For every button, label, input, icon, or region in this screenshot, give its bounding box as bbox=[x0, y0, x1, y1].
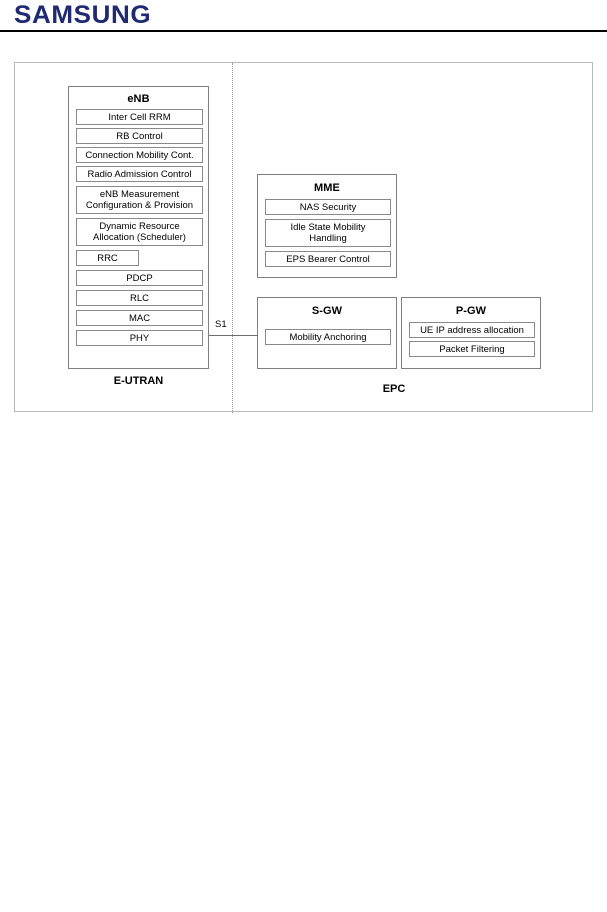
enb-function-phy: PHY bbox=[76, 330, 203, 346]
enb-function-inter-cell-rrm: Inter Cell RRM bbox=[76, 109, 203, 125]
s1-interface-line bbox=[209, 335, 258, 336]
eutran-epc-divider bbox=[232, 63, 233, 413]
enb-function-rb-control: RB Control bbox=[76, 128, 203, 144]
sgw-function-mobility-anchoring: Mobility Anchoring bbox=[265, 329, 391, 345]
mme-function-eps-bearer-control: EPS Bearer Control bbox=[265, 251, 391, 267]
enb-function-enb-measurement-configuration-provision: eNB Measurement Configuration & Provisio… bbox=[76, 186, 203, 214]
pgw-function-packet-filtering: Packet Filtering bbox=[409, 341, 535, 357]
enb-function-dynamic-resource-allocation-scheduler: Dynamic Resource Allocation (Scheduler) bbox=[76, 218, 203, 246]
node-title-mme: MME bbox=[314, 182, 340, 194]
region-label-eutran: E-UTRAN bbox=[113, 375, 164, 387]
node-title-sgw: S-GW bbox=[311, 305, 343, 317]
node-title-pgw: P-GW bbox=[455, 305, 487, 317]
node-box-mme: MME NAS Security Idle State Mobility Han… bbox=[257, 174, 397, 278]
node-box-enb: eNB Inter Cell RRM RB Control Connection… bbox=[68, 86, 209, 369]
samsung-logo: SAMSUNG bbox=[14, 1, 152, 29]
enb-function-pdcp: PDCP bbox=[76, 270, 203, 286]
pgw-function-ue-ip-address-allocation: UE IP address allocation bbox=[409, 322, 535, 338]
node-box-pgw: P-GW UE IP address allocation Packet Fil… bbox=[401, 297, 541, 369]
lte-architecture-diagram: eNB Inter Cell RRM RB Control Connection… bbox=[14, 62, 593, 413]
enb-function-rlc: RLC bbox=[76, 290, 203, 306]
enb-function-radio-admission-control: Radio Admission Control bbox=[76, 166, 203, 182]
page-header: SAMSUNG bbox=[0, 0, 607, 32]
s1-interface-label: S1 bbox=[215, 319, 227, 330]
enb-function-rrc: RRC bbox=[76, 250, 139, 266]
mme-function-nas-security: NAS Security bbox=[265, 199, 391, 215]
mme-function-idle-state-mobility-handling: Idle State Mobility Handling bbox=[265, 219, 391, 247]
enb-function-mac: MAC bbox=[76, 310, 203, 326]
region-label-epc: EPC bbox=[382, 383, 406, 395]
node-box-sgw: S-GW Mobility Anchoring bbox=[257, 297, 397, 369]
node-title-enb: eNB bbox=[127, 93, 150, 105]
header-divider-rule bbox=[0, 30, 607, 32]
enb-function-connection-mobility-cont: Connection Mobility Cont. bbox=[76, 147, 203, 163]
